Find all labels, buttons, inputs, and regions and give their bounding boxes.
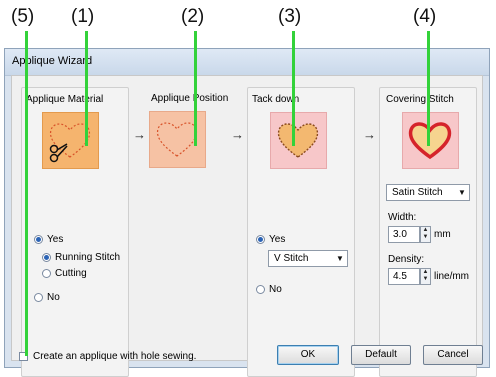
density-input[interactable]: 4.5 [388, 268, 420, 285]
density-unit: line/mm [434, 271, 470, 282]
radio-empty-icon [256, 285, 265, 294]
tack-down-no-radio[interactable]: No [256, 284, 282, 295]
panel-title: Applique Position [151, 93, 229, 104]
width-unit: mm [434, 229, 451, 240]
panel-tack-down: Tack down Yes V Stitch ▼ No [247, 87, 355, 377]
callout-1: (1) [71, 6, 95, 27]
title-bar: Applique Wizard [5, 49, 489, 76]
arrow-right-icon: → [133, 127, 146, 142]
radio-label: No [47, 292, 60, 303]
callout-line-3 [292, 31, 295, 146]
width-spin-buttons[interactable]: ▲ ▼ [420, 226, 431, 243]
callout-4: (4) [413, 6, 437, 27]
material-yes-radio[interactable]: Yes [34, 234, 63, 245]
width-input[interactable]: 3.0 [388, 226, 420, 243]
applique-wizard-window: Applique Wizard Applique Material Yes Ru… [4, 48, 490, 377]
covering-stitch-select[interactable]: Satin Stitch ▼ [386, 184, 470, 201]
radio-label: No [269, 284, 282, 295]
radio-empty-icon [34, 293, 43, 302]
chevron-down-icon[interactable]: ▼ [333, 251, 347, 266]
cutting-radio[interactable]: Cutting [42, 268, 87, 279]
window-title: Applique Wizard [12, 55, 93, 67]
applique-material-image [42, 112, 99, 169]
applique-position-image [149, 111, 206, 168]
radio-label: Running Stitch [55, 252, 121, 263]
chevron-down-icon[interactable]: ▼ [455, 185, 469, 200]
radio-label: Yes [47, 234, 64, 245]
arrow-right-icon: → [363, 127, 376, 142]
callout-2: (2) [181, 6, 205, 27]
radio-label: Yes [269, 234, 286, 245]
callout-3: (3) [278, 6, 302, 27]
radio-selected-icon [256, 235, 265, 244]
ok-button[interactable]: OK [277, 345, 339, 365]
select-value: Satin Stitch [392, 187, 443, 198]
callout-line-2 [194, 31, 197, 146]
callout-line-1 [85, 31, 88, 146]
radio-label: Cutting [55, 268, 87, 279]
checkbox-label: Create an applique with hole sewing. [33, 351, 197, 362]
callout-line-5 [25, 31, 28, 356]
cancel-button[interactable]: Cancel [423, 345, 483, 365]
covering-stitch-image [402, 112, 459, 169]
callout-line-4 [427, 31, 430, 146]
panel-title: Covering Stitch [386, 94, 454, 105]
tack-down-stitch-select[interactable]: V Stitch ▼ [268, 250, 348, 267]
tack-down-yes-radio[interactable]: Yes [256, 234, 285, 245]
panel-applique-material: Applique Material Yes Running Stitch Cut… [21, 87, 129, 377]
width-label: Width: [388, 212, 417, 223]
density-label: Density: [388, 254, 425, 265]
panel-applique-position: Applique Position [147, 87, 239, 377]
radio-empty-icon [42, 269, 51, 278]
default-button[interactable]: Default [351, 345, 411, 365]
radio-selected-icon [42, 253, 51, 262]
tack-down-image [270, 112, 327, 169]
density-spin-buttons[interactable]: ▲ ▼ [420, 268, 431, 285]
hole-sewing-checkbox[interactable]: Create an applique with hole sewing. [19, 351, 196, 362]
material-no-radio[interactable]: No [34, 292, 60, 303]
callout-5: (5) [11, 6, 35, 27]
panel-title: Applique Material [26, 94, 104, 105]
running-stitch-radio[interactable]: Running Stitch [42, 252, 120, 263]
select-value: V Stitch [274, 253, 309, 264]
arrow-right-icon: → [231, 127, 244, 142]
radio-selected-icon [34, 235, 43, 244]
